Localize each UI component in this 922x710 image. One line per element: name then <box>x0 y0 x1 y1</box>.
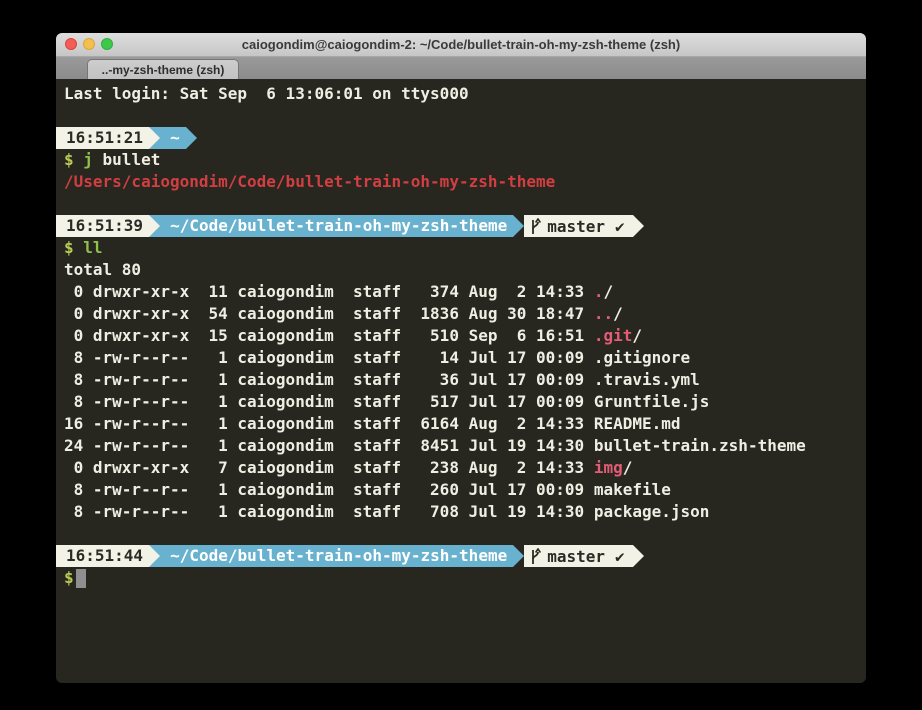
prompt-time: 16:51:21 <box>56 127 149 149</box>
ls-file-name: / <box>603 282 613 301</box>
ls-row: 0 drwxr-xr-x 11 caiogondim staff 374 Aug… <box>64 281 866 303</box>
ls-file-name: / <box>632 326 642 345</box>
powerline-arrow-icon <box>513 215 524 237</box>
terminal-cursor <box>76 569 86 588</box>
ls-dir-name: .git <box>594 326 633 345</box>
prompt-path: ~/Code/bullet-train-oh-my-zsh-theme <box>160 545 513 567</box>
ls-row-meta: 0 drwxr-xr-x 7 caiogondim staff 238 Aug … <box>64 458 594 477</box>
ls-file-name: package.json <box>594 502 710 521</box>
git-clean-check-icon: ✔ <box>615 547 625 566</box>
ls-row: 0 drwxr-xr-x 15 caiogondim staff 510 Sep… <box>64 325 866 347</box>
prompt-char: $ <box>64 238 74 257</box>
ls-file-name: .travis.yml <box>594 370 700 389</box>
powerline-arrow-icon <box>633 545 644 567</box>
git-branch-name: master <box>547 547 605 566</box>
terminal-tab[interactable]: ..-my-zsh-theme (zsh) <box>87 59 239 79</box>
ls-total-line: total 80 <box>64 259 866 281</box>
title-bar[interactable]: caiogondim@caiogondim-2: ~/Code/bullet-t… <box>56 33 866 57</box>
ls-row: 0 drwxr-xr-x 54 caiogondim staff 1836 Au… <box>64 303 866 325</box>
prompt-path: ~/Code/bullet-train-oh-my-zsh-theme <box>160 215 513 237</box>
prompt-time: 16:51:44 <box>56 545 149 567</box>
traffic-lights <box>65 38 113 50</box>
ls-file-name: makefile <box>594 480 671 499</box>
ls-row: 0 drwxr-xr-x 7 caiogondim staff 238 Aug … <box>64 457 866 479</box>
ls-row-meta: 8 -rw-r--r-- 1 caiogondim staff 708 Jul … <box>64 502 594 521</box>
ls-row-meta: 8 -rw-r--r-- 1 caiogondim staff 36 Jul 1… <box>64 370 594 389</box>
prompt-line-2: 16:51:39 ~/Code/bullet-train-oh-my-zsh-t… <box>56 215 866 237</box>
ls-row-meta: 0 drwxr-xr-x 54 caiogondim staff 1836 Au… <box>64 304 594 323</box>
powerline-arrow-icon <box>149 215 160 237</box>
powerline-arrow-icon <box>149 545 160 567</box>
ls-row-meta: 0 drwxr-xr-x 15 caiogondim staff 510 Sep… <box>64 326 594 345</box>
ls-file-name: / <box>613 304 623 323</box>
ls-row-meta: 8 -rw-r--r-- 1 caiogondim staff 14 Jul 1… <box>64 348 594 367</box>
git-branch-name: master <box>547 217 605 236</box>
prompt-path: ~ <box>160 127 186 149</box>
command-line-2: $ ll <box>64 237 866 259</box>
window-title: caiogondim@caiogondim-2: ~/Code/bullet-t… <box>242 37 680 52</box>
ls-row: 16 -rw-r--r-- 1 caiogondim staff 6164 Au… <box>64 413 866 435</box>
prompt-char: $ <box>64 150 74 169</box>
ls-dir-name: . <box>594 282 604 301</box>
ls-row-meta: 16 -rw-r--r-- 1 caiogondim staff 6164 Au… <box>64 414 594 433</box>
prompt-line-3: 16:51:44 ~/Code/bullet-train-oh-my-zsh-t… <box>56 545 866 567</box>
ls-file-name: Gruntfile.js <box>594 392 710 411</box>
command-name: j <box>74 150 93 169</box>
command-line-1: $ j bullet <box>64 149 866 171</box>
git-branch-icon <box>530 218 541 235</box>
ls-file-name: / <box>623 458 633 477</box>
ls-dir-name: .. <box>594 304 613 323</box>
command-input-line[interactable]: $ <box>64 567 866 589</box>
command-output-path: /Users/caiogondim/Code/bullet-train-oh-m… <box>64 171 866 193</box>
ls-file-name: bullet-train.zsh-theme <box>594 436 806 455</box>
git-status-segment: master ✔ <box>524 545 632 567</box>
ls-row: 24 -rw-r--r-- 1 caiogondim staff 8451 Ju… <box>64 435 866 457</box>
prompt-line-1: 16:51:21 ~ <box>56 127 866 149</box>
last-login-line: Last login: Sat Sep 6 13:06:01 on ttys00… <box>64 83 866 105</box>
ls-row: 8 -rw-r--r-- 1 caiogondim staff 260 Jul … <box>64 479 866 501</box>
ls-row: 8 -rw-r--r-- 1 caiogondim staff 14 Jul 1… <box>64 347 866 369</box>
powerline-arrow-icon <box>186 127 197 149</box>
ls-row-meta: 0 drwxr-xr-x 11 caiogondim staff 374 Aug… <box>64 282 594 301</box>
ls-row: 8 -rw-r--r-- 1 caiogondim staff 36 Jul 1… <box>64 369 866 391</box>
minimize-button[interactable] <box>83 38 95 50</box>
close-button[interactable] <box>65 38 77 50</box>
command-arg: bullet <box>93 150 160 169</box>
tab-bar: ..-my-zsh-theme (zsh) <box>56 57 866 79</box>
ls-row: 8 -rw-r--r-- 1 caiogondim staff 708 Jul … <box>64 501 866 523</box>
ls-file-name: .gitignore <box>594 348 690 367</box>
terminal-window: caiogondim@caiogondim-2: ~/Code/bullet-t… <box>56 33 866 683</box>
ls-dir-name: img <box>594 458 623 477</box>
git-branch-icon <box>530 548 541 565</box>
powerline-arrow-icon <box>149 127 160 149</box>
git-status-segment: master ✔ <box>524 215 632 237</box>
command-name: ll <box>74 238 103 257</box>
prompt-char: $ <box>64 568 74 587</box>
ls-file-name: README.md <box>594 414 681 433</box>
powerline-arrow-icon <box>633 215 644 237</box>
ls-row-meta: 24 -rw-r--r-- 1 caiogondim staff 8451 Ju… <box>64 436 594 455</box>
ls-row-meta: 8 -rw-r--r-- 1 caiogondim staff 260 Jul … <box>64 480 594 499</box>
prompt-time: 16:51:39 <box>56 215 149 237</box>
zoom-button[interactable] <box>101 38 113 50</box>
git-clean-check-icon: ✔ <box>615 217 625 236</box>
terminal-content[interactable]: Last login: Sat Sep 6 13:06:01 on ttys00… <box>56 79 866 683</box>
powerline-arrow-icon <box>513 545 524 567</box>
ls-row-meta: 8 -rw-r--r-- 1 caiogondim staff 517 Jul … <box>64 392 594 411</box>
ls-row: 8 -rw-r--r-- 1 caiogondim staff 517 Jul … <box>64 391 866 413</box>
